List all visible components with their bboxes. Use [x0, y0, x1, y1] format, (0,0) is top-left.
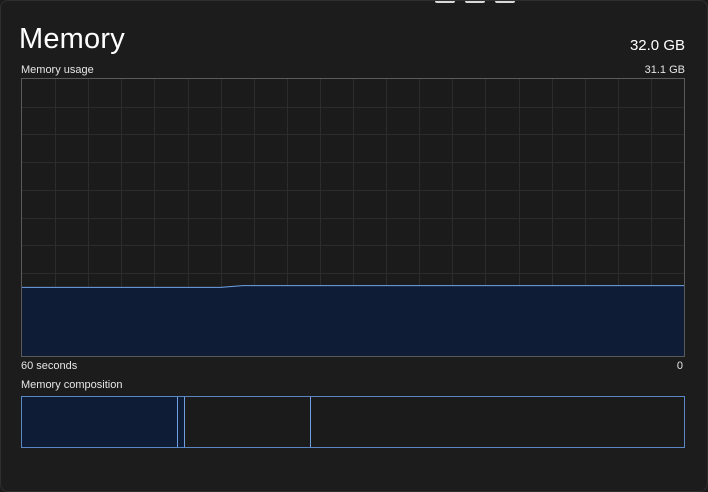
memory-usage-chart	[22, 79, 684, 356]
time-axis-end-label: 0	[676, 360, 683, 372]
memory-usage-label: Memory usage	[21, 64, 94, 76]
page-title: Memory	[19, 23, 125, 55]
memory-usage-graph[interactable]	[21, 78, 685, 357]
composition-modified-segment[interactable]	[178, 397, 185, 447]
memory-composition-bar[interactable]	[21, 396, 685, 448]
memory-composition-label: Memory composition	[21, 379, 123, 391]
composition-free-segment[interactable]	[311, 397, 684, 447]
total-memory-value: 32.0 GB	[629, 37, 685, 54]
time-axis-start-label: 60 seconds	[21, 360, 78, 372]
memory-usage-max-label: 31.1 GB	[644, 64, 685, 76]
composition-in-use-segment[interactable]	[22, 397, 178, 447]
composition-standby-segment[interactable]	[185, 397, 311, 447]
usage-area	[22, 285, 684, 356]
memory-panel: Memory 32.0 GB Memory usage 31.1 GB 60 s…	[0, 0, 708, 492]
window-drag-handle[interactable]	[435, 1, 517, 3]
